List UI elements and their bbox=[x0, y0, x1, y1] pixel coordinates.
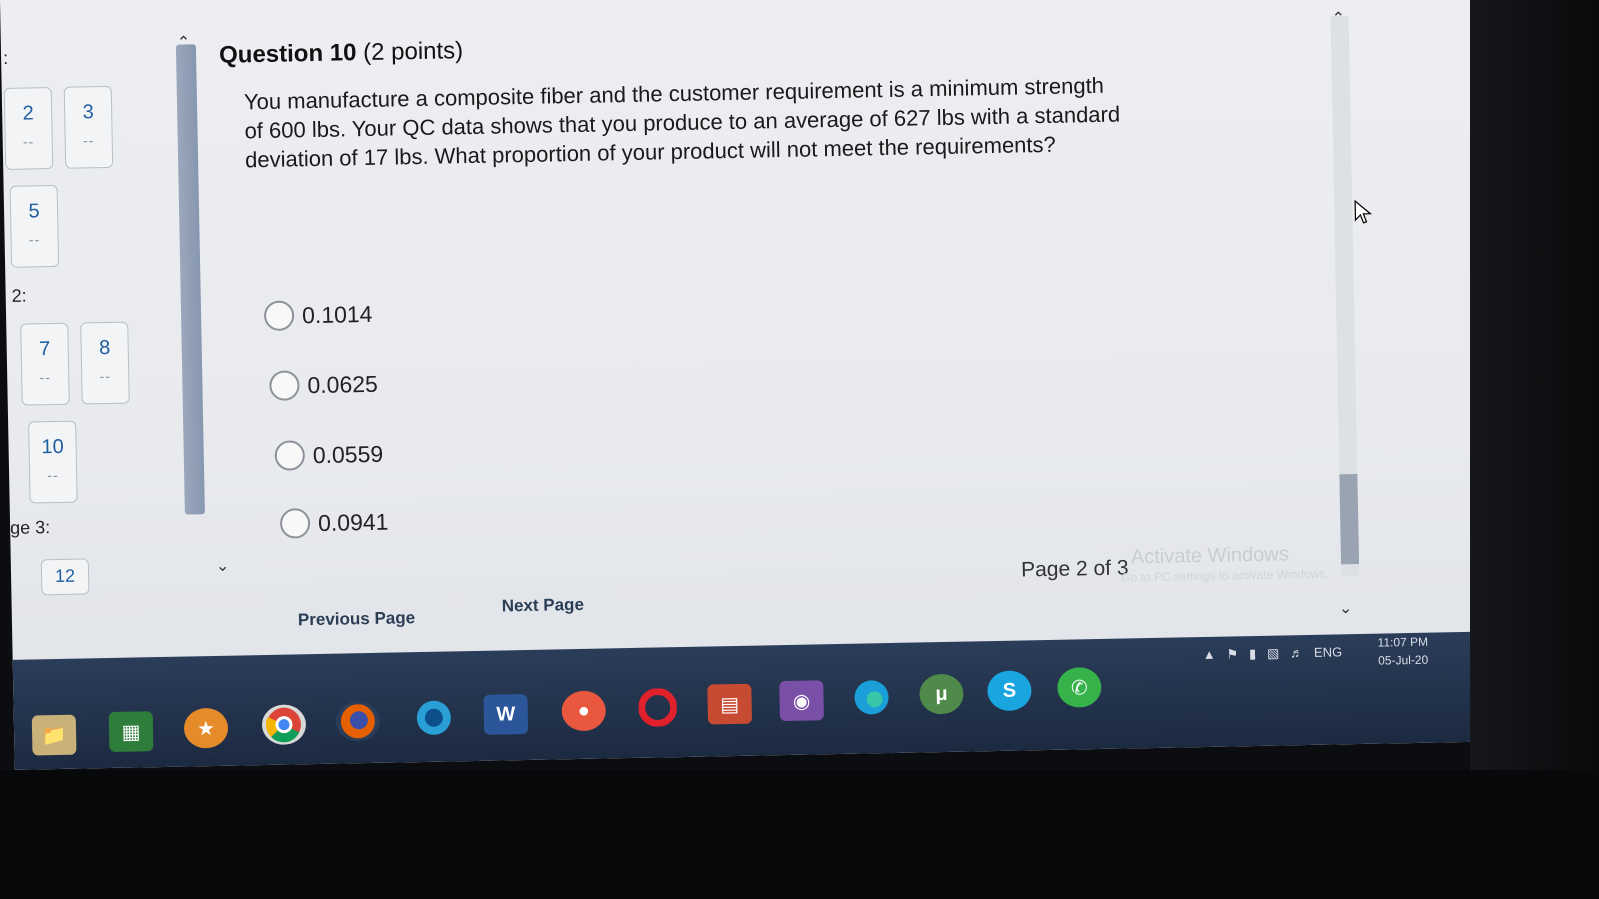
question-number: 8 bbox=[98, 336, 111, 360]
question-status: -- bbox=[28, 231, 41, 248]
camera-icon[interactable]: ◉ bbox=[779, 680, 824, 722]
screen: : 2 -- 3 -- 5 -- 2: 7 -- 8 -- 10 -- ge 3… bbox=[0, 0, 1485, 770]
monitor-bezel bbox=[1470, 0, 1599, 899]
monitor-bezel-bottom bbox=[0, 770, 1599, 899]
clock-time: 11:07 PM bbox=[1377, 634, 1429, 650]
volume-icon[interactable]: ♬ bbox=[1290, 645, 1303, 660]
battery-icon[interactable]: ▮ bbox=[1249, 646, 1256, 661]
question-number: 2 bbox=[22, 102, 34, 125]
firefox-icon[interactable] bbox=[335, 700, 381, 742]
question-link-2[interactable]: 2 -- bbox=[3, 87, 54, 170]
section-label: : bbox=[2, 47, 9, 68]
answer-option-label: 0.0941 bbox=[317, 508, 389, 536]
answer-option-label: 0.1014 bbox=[301, 300, 373, 328]
mouse-cursor-icon bbox=[1354, 199, 1372, 224]
answer-option-1[interactable]: 0.1014 bbox=[263, 299, 373, 331]
answer-option-label: 0.0559 bbox=[312, 440, 384, 468]
radio-button[interactable] bbox=[274, 440, 306, 471]
tray-arrow-icon[interactable]: ▲ bbox=[1203, 647, 1216, 662]
section-label-page-2: 2: bbox=[11, 285, 27, 306]
utorrent-icon[interactable]: μ bbox=[919, 673, 964, 715]
question-number: 7 bbox=[38, 338, 51, 361]
content-scrollbar-thumb[interactable] bbox=[1339, 474, 1360, 565]
scroll-down-icon[interactable]: ⌄ bbox=[216, 556, 230, 576]
flag-icon[interactable]: ⚑ bbox=[1226, 646, 1238, 661]
question-status: -- bbox=[22, 133, 35, 150]
question-status: -- bbox=[82, 132, 95, 149]
word-icon[interactable]: W bbox=[483, 694, 529, 735]
question-navigator: : 2 -- 3 -- 5 -- 2: 7 -- 8 -- 10 -- ge 3… bbox=[1, 37, 187, 600]
uc-browser-icon[interactable]: ★ bbox=[183, 707, 229, 749]
question-link-5[interactable]: 5 -- bbox=[9, 184, 60, 268]
language-indicator[interactable]: ENG bbox=[1314, 644, 1342, 660]
question-status: -- bbox=[47, 466, 59, 484]
question-link-3[interactable]: 3 -- bbox=[63, 85, 114, 169]
question-link-10[interactable]: 10 -- bbox=[28, 420, 78, 504]
browser-icon[interactable] bbox=[411, 697, 456, 738]
question-points: (2 points) bbox=[362, 37, 464, 67]
question-link-8[interactable]: 8 -- bbox=[80, 321, 130, 405]
answer-option-4[interactable]: 0.0941 bbox=[279, 507, 389, 539]
system-tray: ▲ ⚑ ▮ ▧ ♬ ENG bbox=[1203, 644, 1343, 663]
radio-button[interactable] bbox=[279, 508, 311, 539]
question-status: -- bbox=[99, 367, 112, 385]
signal-icon[interactable]: ▧ bbox=[1267, 646, 1280, 661]
file-explorer-icon[interactable]: 📁 bbox=[31, 714, 77, 756]
question-number-label: Question 10 bbox=[218, 39, 357, 69]
previous-page-button[interactable]: Previous Page bbox=[265, 595, 448, 644]
whatsapp-icon[interactable]: ✆ bbox=[1057, 666, 1102, 708]
edge-icon[interactable] bbox=[849, 677, 894, 718]
scroll-down-icon[interactable]: ⌄ bbox=[1339, 598, 1353, 618]
section-label-page-3: ge 3: bbox=[9, 517, 51, 538]
clock-date: 05-Jul-20 bbox=[1378, 652, 1429, 668]
answer-option-3[interactable]: 0.0559 bbox=[274, 439, 384, 471]
answer-option-label: 0.0625 bbox=[307, 370, 379, 398]
radio-button[interactable] bbox=[269, 370, 300, 401]
clock[interactable]: 11:07 PM 05-Jul-20 bbox=[1377, 633, 1428, 670]
question-title: Question 10 (2 points) bbox=[219, 37, 464, 70]
question-number: 5 bbox=[28, 200, 40, 223]
media-icon[interactable]: ▤ bbox=[707, 683, 753, 725]
activate-windows-subtitle: Go to PC settings to activate Windows. bbox=[1121, 566, 1329, 585]
activate-windows-watermark: Activate Windows bbox=[1130, 543, 1289, 569]
next-page-button[interactable]: Next Page bbox=[469, 582, 617, 630]
page-indicator: Page 2 of 3 bbox=[1020, 556, 1129, 582]
question-link-12[interactable]: 12 bbox=[40, 558, 90, 596]
scroll-up-icon[interactable]: ⌃ bbox=[177, 32, 191, 52]
question-number: 3 bbox=[82, 101, 94, 124]
question-status: -- bbox=[39, 369, 52, 386]
question-text: You manufacture a composite fiber and th… bbox=[243, 72, 1121, 173]
chrome-icon[interactable] bbox=[261, 704, 307, 746]
answer-option-2[interactable]: 0.0625 bbox=[269, 369, 378, 401]
radio-button[interactable] bbox=[263, 300, 295, 331]
question-number: 10 bbox=[41, 435, 64, 459]
opera-icon[interactable] bbox=[635, 687, 680, 728]
taskbar: 📁 ▦ ★ W ● ▤ ◉ μ S ✆ ▲ ⚑ ▮ ▧ ♬ ENG 11:07 … bbox=[12, 631, 1485, 770]
store-icon[interactable]: ▦ bbox=[108, 711, 154, 753]
question-link-7[interactable]: 7 -- bbox=[20, 322, 70, 406]
skype-icon[interactable]: S bbox=[987, 670, 1032, 712]
app-icon[interactable]: ● bbox=[561, 690, 607, 732]
question-number: 12 bbox=[54, 565, 76, 587]
scroll-up-icon[interactable]: ⌃ bbox=[1331, 8, 1345, 28]
